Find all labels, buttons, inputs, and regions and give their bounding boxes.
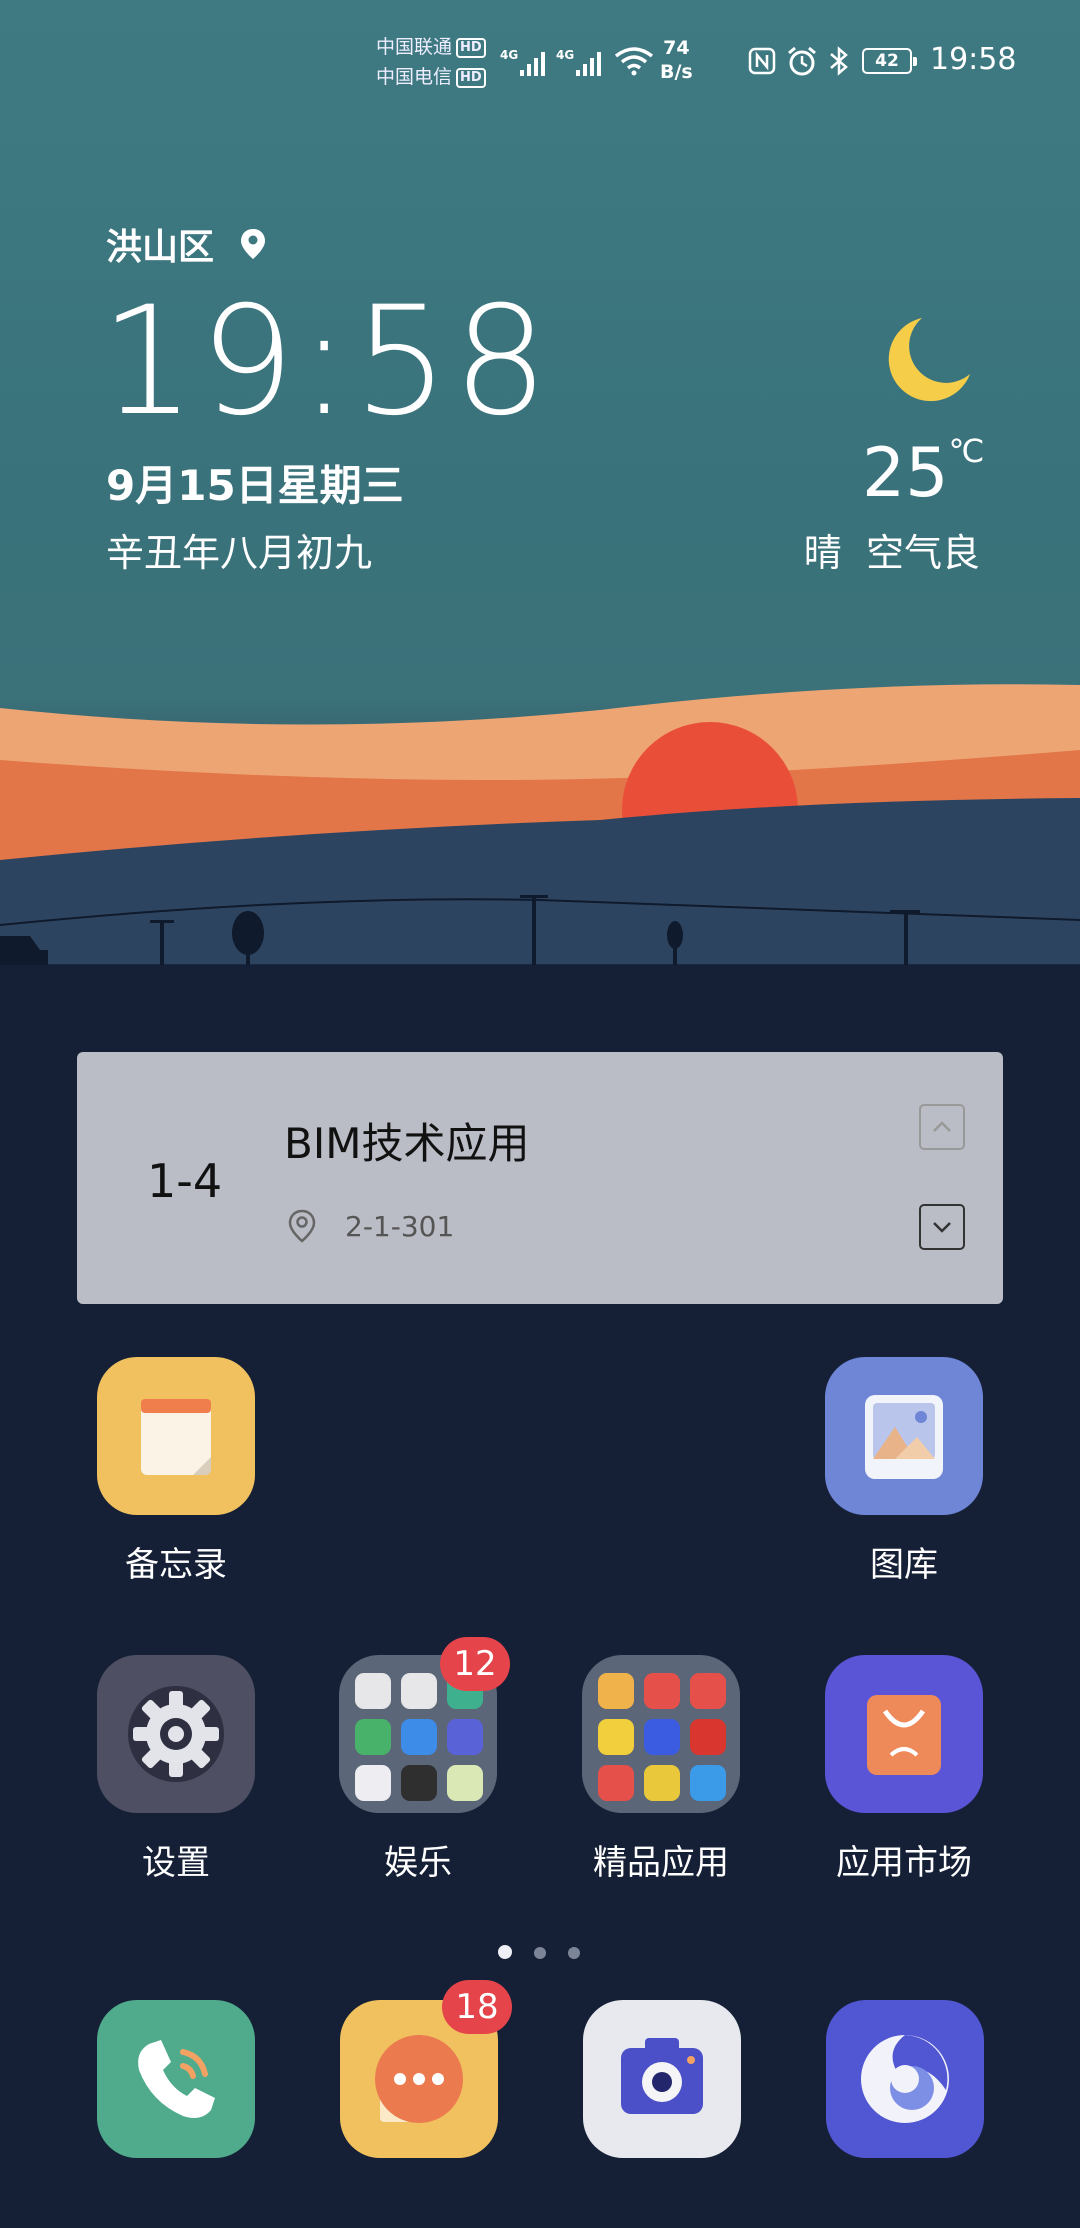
location-pin-icon <box>288 1209 316 1243</box>
page-dot[interactable] <box>568 1947 580 1959</box>
app-settings[interactable]: 设置 <box>56 1655 296 1884</box>
notification-badge: 18 <box>442 1980 512 2034</box>
app-store[interactable]: 应用市场 <box>784 1655 1024 1884</box>
browser-icon <box>861 2035 949 2123</box>
location-pin-icon <box>240 229 265 259</box>
course-room: 2-1-301 <box>345 1210 455 1243</box>
net-type-2: 4G <box>556 48 574 62</box>
gallery-icon <box>825 1357 983 1515</box>
settings-icon <box>97 1655 255 1813</box>
folder-icon <box>582 1655 740 1813</box>
temperature[interactable]: 25℃ <box>862 432 984 513</box>
wallpaper-landscape <box>0 684 1080 980</box>
weather-summary: 晴 空气良 <box>800 522 980 577</box>
app-label: 图库 <box>870 1545 938 1585</box>
app-gallery[interactable]: 图库 <box>784 1357 1024 1586</box>
hd-badge: HD <box>456 38 486 58</box>
widget-lunar-date: 辛丑年八月初九 <box>106 531 373 575</box>
carrier-info: 中国联通 HD 中国电信 HD <box>376 32 486 92</box>
page-indicator[interactable] <box>498 1944 602 1963</box>
moon-icon <box>888 318 970 402</box>
hd-badge: HD <box>456 68 486 88</box>
temperature-value: 25 <box>862 434 949 513</box>
folder-entertainment[interactable]: 12 娱乐 <box>298 1637 538 1884</box>
appstore-icon <box>825 1655 983 1813</box>
course-title: BIM技术应用 <box>284 1119 530 1168</box>
camera-icon <box>621 2038 703 2114</box>
chevron-down-icon <box>933 1222 951 1233</box>
dock-phone[interactable] <box>97 2000 255 2158</box>
speed-unit: B/s <box>660 61 693 83</box>
location-name: 洪山区 <box>106 227 215 268</box>
nfc-icon <box>748 47 776 75</box>
widget-clock-time[interactable]: 19:58 <box>100 275 552 449</box>
status-time: 19:58 <box>930 42 1017 77</box>
folder-label: 精品应用 <box>593 1843 729 1883</box>
dock-messages[interactable]: 18 <box>340 1980 512 2158</box>
bluetooth-icon <box>830 46 848 76</box>
phone-icon <box>138 2040 215 2118</box>
signal-icon: 4G <box>556 48 601 76</box>
app-label: 设置 <box>142 1843 210 1883</box>
folder-featured-apps[interactable]: 精品应用 <box>541 1655 781 1884</box>
speed-value: 74 <box>663 37 690 59</box>
location-label[interactable]: 洪山区 <box>106 218 267 270</box>
air-quality: 空气良 <box>865 531 980 575</box>
app-label: 备忘录 <box>125 1545 227 1585</box>
page-dot[interactable] <box>534 1947 546 1959</box>
signal-icon: 4G <box>500 48 545 76</box>
scroll-up-button[interactable] <box>919 1104 965 1150</box>
carrier-2: 中国电信 <box>376 66 453 88</box>
widget-date: 9月15日星期三 <box>106 461 404 510</box>
notification-badge: 12 <box>440 1637 510 1691</box>
temperature-unit: ℃ <box>948 432 985 470</box>
app-memo[interactable]: 备忘录 <box>56 1357 296 1586</box>
app-label: 应用市场 <box>836 1843 972 1883</box>
page-dot-active[interactable] <box>498 1945 512 1959</box>
scroll-down-button[interactable] <box>919 1204 965 1250</box>
dock-browser[interactable] <box>826 2000 984 2158</box>
chevron-up-icon <box>933 1121 951 1132</box>
alarm-icon <box>788 46 816 76</box>
wifi-icon <box>614 47 654 76</box>
dock-camera[interactable] <box>583 2000 741 2158</box>
status-bar: 中国联通 HD 中国电信 HD 4G 4G 74 B/s 42 19:58 <box>0 0 1080 125</box>
battery-indicator: 42 <box>862 48 917 74</box>
weather-condition: 晴 <box>803 531 842 575</box>
net-type-1: 4G <box>500 48 518 62</box>
network-speed: 74 B/s <box>660 36 693 84</box>
notepad-icon <box>97 1357 255 1515</box>
carrier-1: 中国联通 <box>376 36 453 58</box>
course-schedule-widget[interactable]: 1-4 BIM技术应用 2-1-301 <box>77 1052 1003 1304</box>
folder-label: 娱乐 <box>384 1843 452 1883</box>
course-period: 1-4 <box>147 1154 223 1208</box>
